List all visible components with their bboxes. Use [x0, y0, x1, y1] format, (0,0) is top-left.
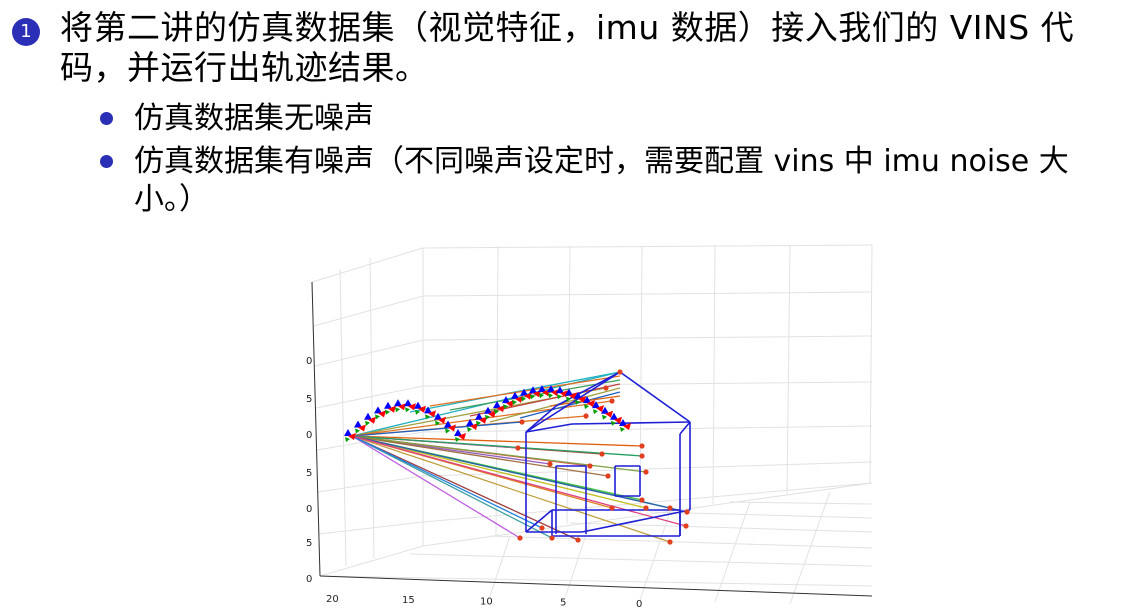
z-tick-label: 0 — [306, 430, 312, 441]
3d-plot-canvas: 0 5 0 5 0 5 0 20 15 10 5 0 — [306, 244, 873, 609]
pose-y-axis — [548, 393, 553, 399]
landmark-point — [519, 419, 525, 425]
sub-bullet-list: 仿真数据集无噪声 仿真数据集有噪声（不同噪声设定时，需要配置 vins 中 im… — [100, 100, 1110, 224]
camera-pose — [404, 399, 416, 413]
z-axis-line — [311, 281, 321, 577]
z-tick-label: 5 — [306, 394, 312, 405]
x-tick-label: 5 — [560, 598, 566, 609]
pose-y-axis — [611, 420, 616, 426]
bullet-dot — [100, 112, 113, 125]
pose-y-axis — [405, 407, 410, 413]
pose-y-axis — [395, 407, 400, 413]
pose-y-axis — [557, 394, 562, 400]
camera-pose — [384, 401, 396, 415]
landmark-point — [575, 537, 581, 543]
pose-y-axis — [455, 437, 460, 442]
item-text: 将第二讲的仿真数据集（视觉特征，imu 数据）接入我们的 VINS 代码，并运行… — [60, 8, 1075, 87]
landmark-point — [547, 461, 553, 467]
landmark-point — [643, 469, 649, 475]
z-tick-label: 5 — [306, 468, 312, 479]
landmark-point — [667, 539, 673, 545]
landmark-point — [583, 413, 589, 419]
landmark-point — [643, 505, 649, 511]
z-tick-label: 0 — [306, 356, 312, 367]
pose-y-axis — [355, 428, 360, 434]
x-axis-tick-labels: 20 15 10 5 0 — [326, 594, 642, 609]
house-edge — [619, 371, 691, 423]
simulation-3d-figure: 0 5 0 5 0 5 0 20 15 10 5 0 — [290, 236, 880, 609]
item-number-badge: 1 — [12, 18, 40, 46]
camera-pose — [374, 406, 386, 420]
x-tick-label: 20 — [326, 594, 339, 605]
x-tick-label: 15 — [402, 595, 415, 606]
z-tick-label: 0 — [306, 574, 312, 585]
landmark-point — [667, 505, 673, 511]
pose-y-axis — [445, 428, 450, 434]
z-tick-label: 0 — [306, 504, 312, 515]
z-tick-label: 5 — [306, 538, 312, 549]
pose-y-axis — [602, 414, 607, 420]
bullet-item-noisy: 仿真数据集有噪声（不同噪声设定时，需要配置 vins 中 imu noise 大… — [100, 143, 1110, 219]
bullet-item-noise-free: 仿真数据集无噪声 — [100, 100, 1110, 138]
camera-pose — [364, 412, 376, 426]
x-tick-label: 0 — [636, 599, 642, 609]
pose-y-axis — [385, 409, 390, 415]
landmark-point — [639, 443, 645, 449]
camera-pose — [354, 420, 366, 434]
landmark-point — [609, 398, 615, 404]
plot-grid — [311, 244, 873, 605]
landmark-point — [517, 535, 523, 541]
landmark-point — [683, 523, 689, 529]
landmark-point — [599, 451, 605, 457]
landmark-point — [603, 385, 609, 391]
x-tick-label: 10 — [480, 596, 493, 607]
x-axis-line — [319, 575, 873, 597]
pose-y-axis — [345, 437, 350, 442]
landmark-point — [684, 509, 690, 515]
observation-line — [351, 435, 521, 539]
bullet-text: 仿真数据集无噪声 — [134, 101, 374, 136]
z-axis-tick-labels: 0 5 0 5 0 5 0 — [306, 356, 312, 585]
camera-pose — [344, 429, 356, 442]
pose-z-axis — [364, 412, 372, 420]
pose-y-axis — [375, 414, 380, 420]
bullet-dot — [100, 155, 113, 168]
camera-pose — [394, 399, 406, 413]
observation-line — [351, 435, 671, 543]
landmark-point — [515, 445, 521, 451]
landmark-point — [549, 535, 555, 541]
landmark-point — [539, 525, 545, 531]
pose-y-axis — [620, 427, 625, 432]
landmark-point — [605, 473, 611, 479]
landmark-point — [639, 497, 645, 503]
landmark-point — [617, 369, 623, 375]
landmark-point — [639, 453, 645, 459]
pose-y-axis — [593, 409, 598, 415]
landmark-point — [587, 463, 593, 469]
bullet-text: 仿真数据集有噪声（不同噪声设定时，需要配置 vins 中 imu noise 大… — [134, 144, 1069, 217]
landmark-point — [609, 505, 615, 511]
